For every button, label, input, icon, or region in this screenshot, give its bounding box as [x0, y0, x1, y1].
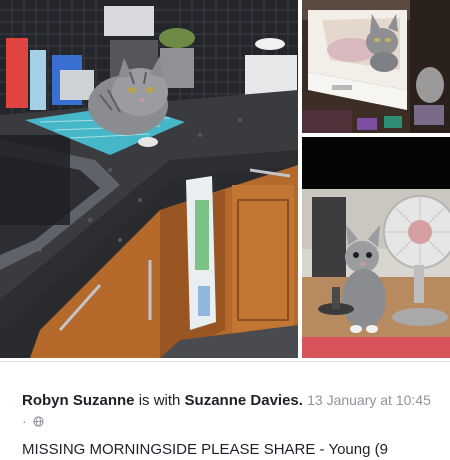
post-card: Robyn Suzanne is with Suzanne Davies. 13… — [0, 370, 450, 458]
meta-separator: · — [22, 413, 27, 429]
cat-kitchen-image — [0, 0, 298, 358]
photo-kitten-drawer[interactable] — [302, 0, 450, 133]
with-text: is with — [138, 392, 181, 409]
post-timestamp[interactable]: 13 January at 10:45 — [307, 392, 431, 408]
author-name-link[interactable]: Robyn Suzanne — [22, 392, 135, 409]
photo-kitten-fan[interactable] — [302, 137, 450, 358]
globe-icon[interactable] — [33, 416, 44, 427]
card-top-rule — [0, 361, 450, 362]
tagged-person-link[interactable]: Suzanne Davies. — [185, 392, 303, 409]
post-header: Robyn Suzanne is with Suzanne Davies. 13… — [22, 390, 432, 432]
kitten-drawer-image — [302, 0, 450, 133]
photo-grid — [0, 0, 450, 361]
post-body-text: MISSING MORNINGSIDE PLEASE SHARE - Young… — [22, 441, 388, 458]
photo-cat-kitchen[interactable] — [0, 0, 298, 358]
kitten-fan-image — [302, 137, 450, 358]
